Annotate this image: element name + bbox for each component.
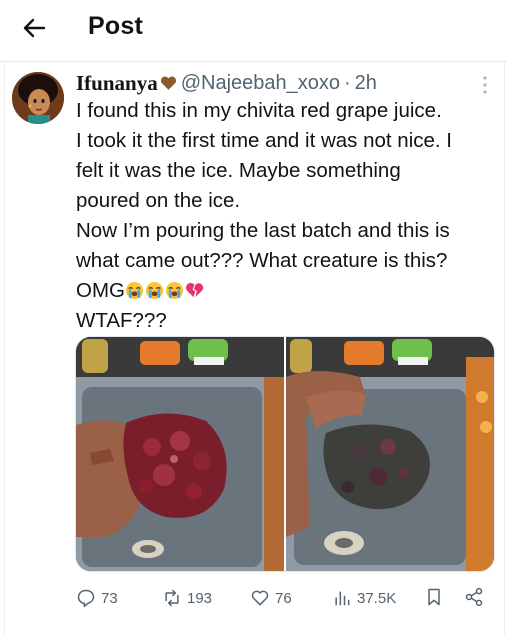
view-count: 37.5K [357,589,397,607]
post-line: I found this in my chivita red grape jui… [76,99,442,122]
post-line: I took it the first time and it was not … [76,129,452,152]
loudly-crying-face-icon [125,281,144,300]
views-action[interactable]: 37.5K [332,586,396,610]
page-title: Post [88,12,143,40]
post-author-row: Ifunanya @Najeebah_xoxo · 2h [76,70,377,96]
brown-heart-icon [160,76,176,90]
repost-action[interactable]: 193 [162,586,212,610]
repost-icon [165,589,179,607]
column-border-left [4,62,5,636]
display-name[interactable]: Ifunanya [76,71,158,96]
bookmark-icon[interactable] [424,587,444,607]
post-line: Now I’m pouring the last batch and this … [76,219,450,242]
like-action[interactable]: 76 [250,586,292,610]
loudly-crying-face-icon [165,281,184,300]
media-grid [75,336,495,572]
reply-action[interactable]: 73 [76,586,118,610]
heart-icon [251,590,269,606]
post-line: OMG [76,279,125,302]
broken-heart-icon [185,282,204,299]
photo-right[interactable] [286,337,495,572]
avatar[interactable] [12,72,64,124]
post-timestamp[interactable]: 2h [355,72,377,95]
post-line: felt it was the ice. Maybe something [76,159,401,182]
post-text: I found this in my chivita red grape jui… [76,96,496,336]
post-line: WTAF??? [76,309,167,332]
header-divider [0,61,507,62]
loudly-crying-face-icon [145,281,164,300]
back-arrow-icon[interactable] [18,12,50,44]
column-border-right [504,62,505,636]
photo-left[interactable] [76,337,284,572]
repost-count: 193 [187,589,213,607]
app-header: Post [0,0,507,56]
post-line: poured on the ice. [76,189,241,212]
share-icon[interactable] [464,587,484,607]
post-line-omg: OMG [76,276,496,306]
meta-separator: · [344,71,351,94]
user-handle[interactable]: @Najeebah_xoxo [181,72,340,95]
like-count: 76 [275,589,292,607]
post-line: what came out??? What creature is this? [76,249,448,272]
views-bar-chart-icon [335,591,350,606]
reply-count: 73 [101,589,118,607]
reply-icon [77,589,95,608]
more-options-icon[interactable] [481,74,489,96]
post-actions: 73 193 76 37.5K [76,582,496,614]
